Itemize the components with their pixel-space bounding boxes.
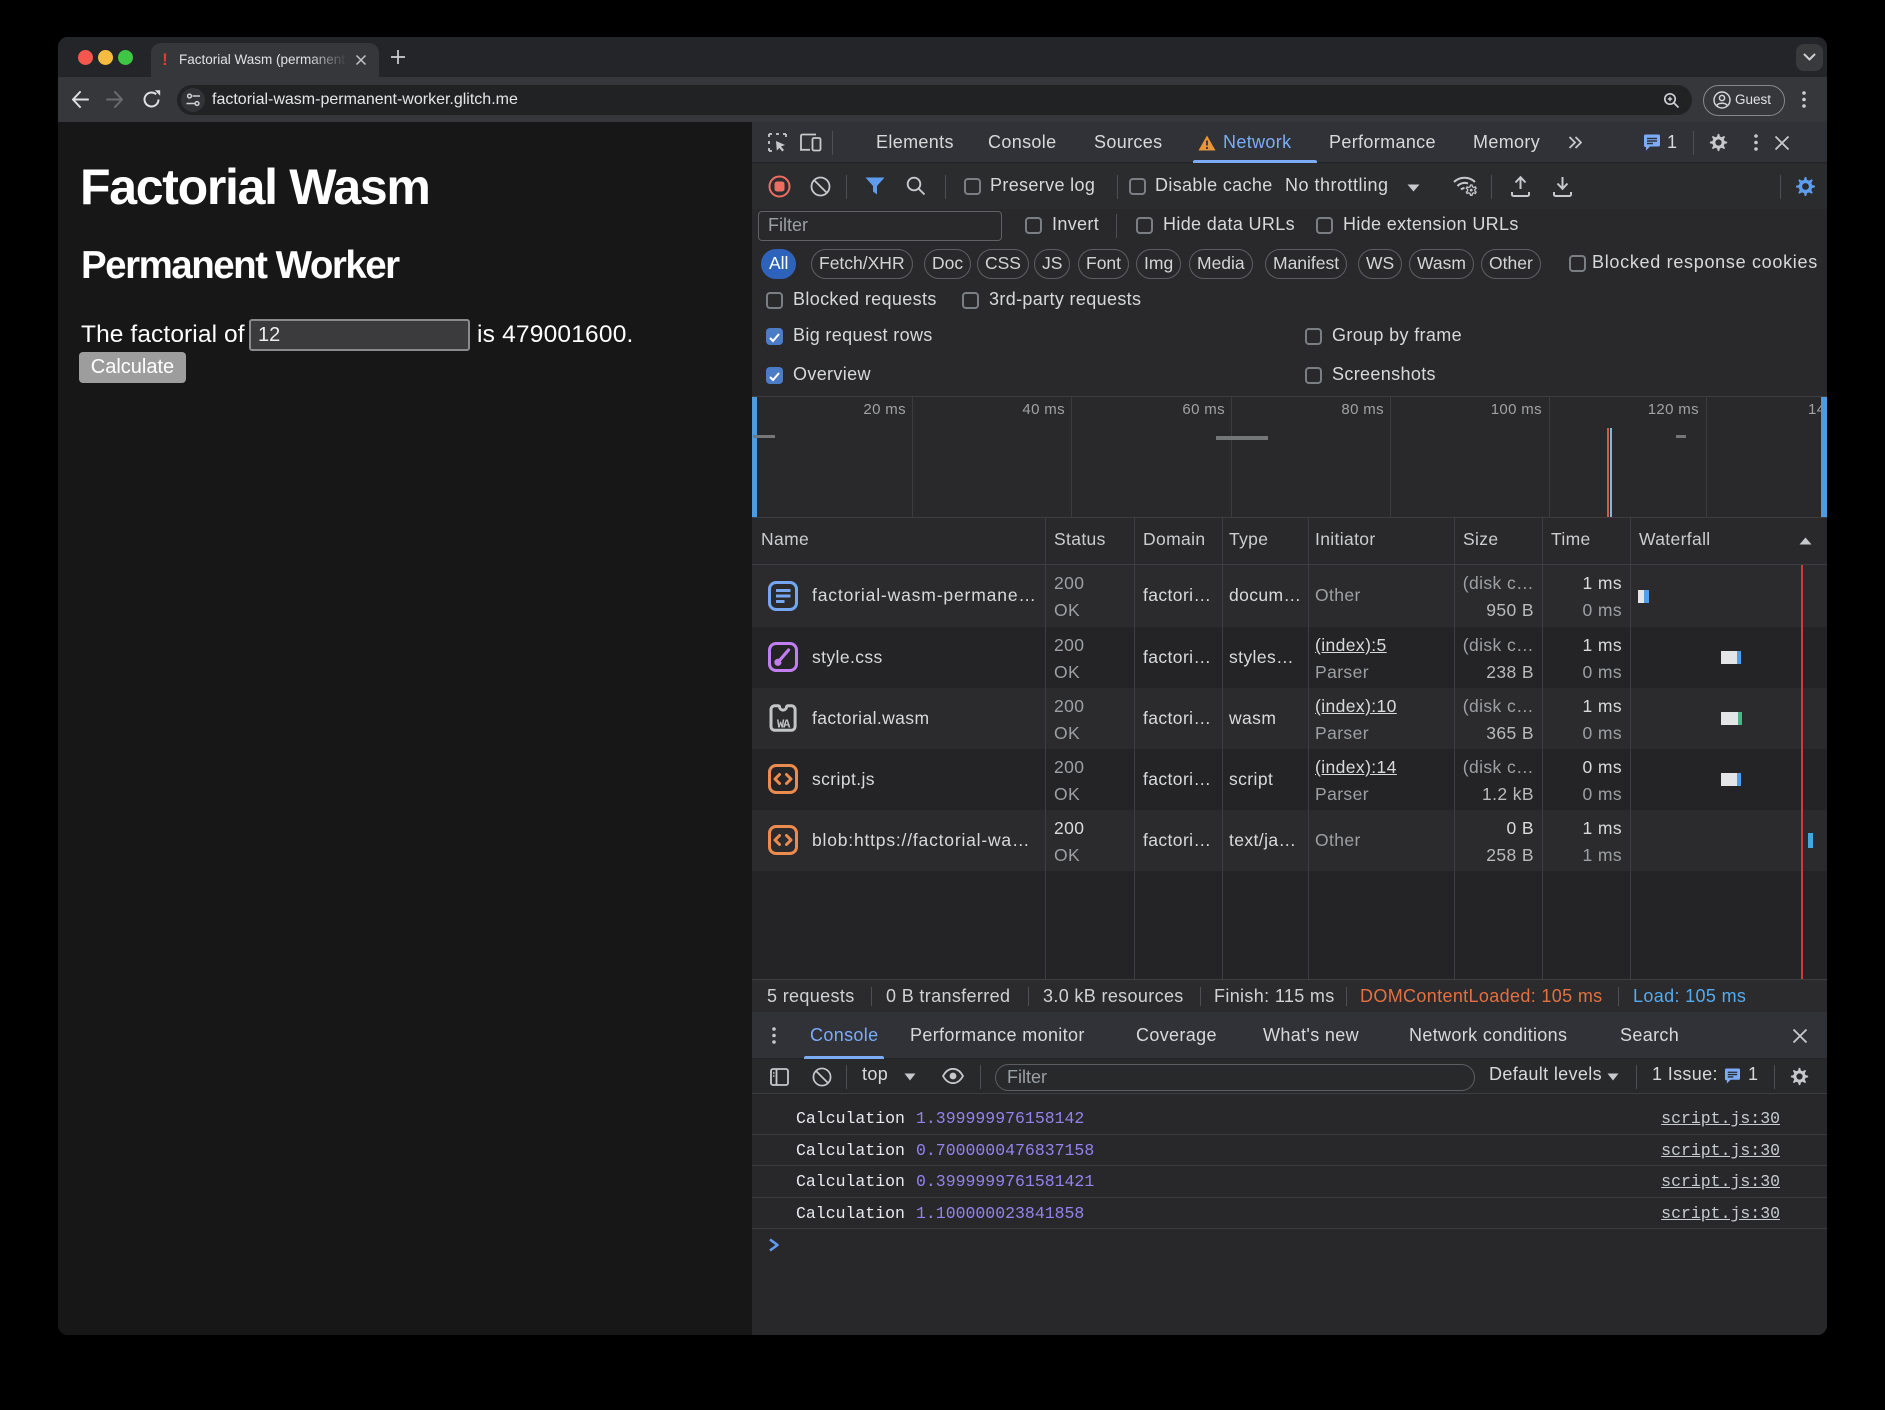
svg-text:WA: WA [777, 718, 791, 732]
